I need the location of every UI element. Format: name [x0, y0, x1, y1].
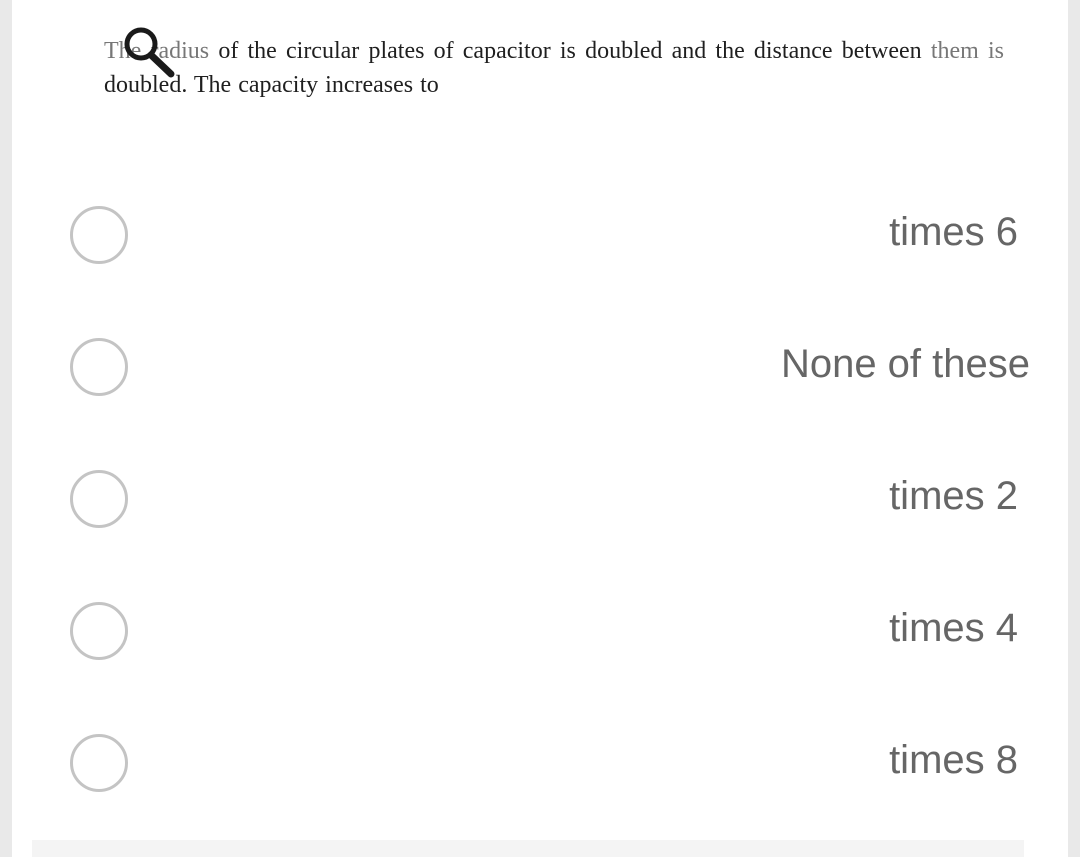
option-label[interactable]: None of these	[781, 340, 1030, 388]
question-text-faded-them: them is	[930, 38, 1005, 64]
magnifying-glass-icon[interactable]	[116, 24, 180, 84]
option-label[interactable]: times 2	[889, 472, 1018, 520]
option-1[interactable]: times 6	[12, 182, 1068, 294]
bottom-divider	[32, 840, 1024, 857]
question-card: The radius of the circular plates of cap…	[12, 0, 1068, 857]
radio-circle-icon[interactable]	[70, 206, 128, 264]
option-label[interactable]: times 4	[889, 604, 1018, 652]
radio-circle-icon[interactable]	[70, 602, 128, 660]
radio-circle-icon[interactable]	[70, 470, 128, 528]
question-text: The radius of the circular plates of cap…	[104, 34, 1004, 102]
option-3[interactable]: times 2	[12, 446, 1068, 558]
radio-circle-icon[interactable]	[70, 734, 128, 792]
option-2[interactable]: None of these	[12, 314, 1068, 426]
question-text-main-1: of the circular plates of capacitor is d…	[209, 38, 931, 64]
option-4[interactable]: times 4	[12, 578, 1068, 690]
option-label[interactable]: times 6	[889, 208, 1018, 256]
option-label[interactable]: times 8	[889, 736, 1018, 784]
radio-circle-icon[interactable]	[70, 338, 128, 396]
option-5[interactable]: times 8	[12, 710, 1068, 822]
